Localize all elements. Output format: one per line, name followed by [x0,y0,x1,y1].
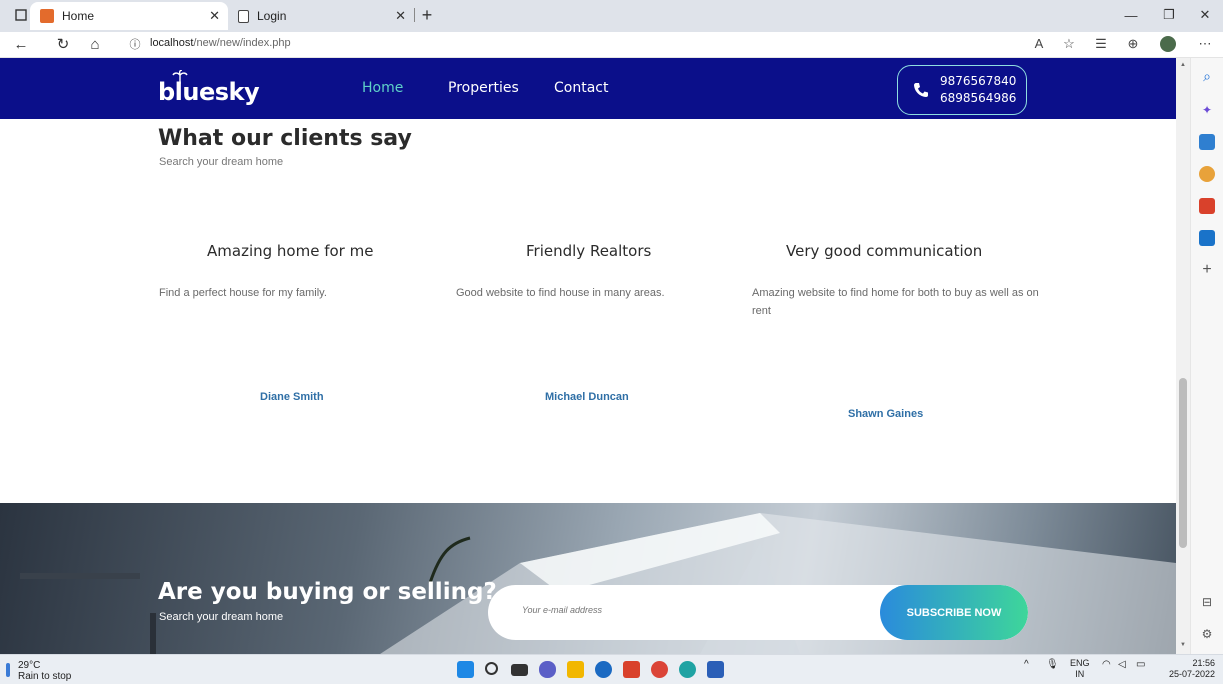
windows-taskbar: 29°C Rain to stop ^ 🎙 ENG IN ◠ ◁ ▭ 21:56… [0,654,1223,684]
testimonial-text: Good website to find house in many areas… [456,287,665,299]
testimonial-text: Find a perfect house for my family. [159,287,327,299]
word-icon[interactable] [707,661,724,678]
microphone-icon[interactable]: 🎙 [1046,659,1059,670]
scroll-down-icon[interactable]: ▼ [1180,642,1186,648]
chat-icon[interactable] [539,661,556,678]
close-window-icon[interactable]: ✕ [1196,6,1214,24]
weather-status: Rain to stop [18,671,72,682]
favorite-star-icon[interactable]: ☆ [1060,36,1078,52]
edge-icon[interactable] [679,661,696,678]
site-logo[interactable]: bluesky [158,78,260,106]
page-icon [238,9,249,23]
info-icon[interactable]: ⓘ [126,36,144,54]
nav-properties-link[interactable]: Properties [448,80,519,96]
testimonial-text: Amazing website to find home for both to… [752,287,1039,317]
banner-title: Are you buying or selling? [158,579,497,605]
banner-subtitle: Search your dream home [159,611,284,623]
phone-number-1: 9876567840 [940,74,1017,88]
cortana-icon[interactable] [595,661,612,678]
subscribe-button[interactable]: SUBSCRIBE NOW [880,585,1028,640]
new-tab-button[interactable]: + [418,5,436,25]
outlook-icon[interactable] [1199,230,1215,246]
site-header: bluesky Home Properties Contact 98765678… [0,58,1176,119]
address-bar: ← ↻ ⌂ ⓘ localhost/new/new/index.php A ☆ … [0,32,1223,58]
testimonial-title: Very good communication [786,242,983,260]
language: ENG [1070,658,1090,668]
testimonial-author: Michael Duncan [545,391,629,403]
home-favicon-icon [40,9,54,23]
weather-temp: 29°C [18,660,41,671]
web-page: bluesky Home Properties Contact 98765678… [0,58,1176,654]
back-icon[interactable]: ← [12,36,30,54]
nav-contact-link[interactable]: Contact [554,80,608,96]
clock-time: 21:56 [1192,658,1215,668]
rain-icon [6,663,10,677]
clock-date: 25-07-2022 [1168,669,1215,679]
url-path: /new/new/index.php [193,37,291,49]
phone-contact-box[interactable]: 9876567840 6898564986 [897,65,1027,115]
browser-tab-bar: Home ✕ Login ✕ + — ❐ ✕ [0,0,1223,32]
nav-home-link[interactable]: Home [362,80,403,96]
tab-divider [414,8,415,22]
testimonial-author: Diane Smith [260,391,324,403]
home-icon[interactable]: ⌂ [86,36,104,54]
tab-label: Login [257,9,287,23]
sidebar-panel-icon[interactable]: ⊟ [1199,594,1215,610]
subscribe-form: SUBSCRIBE NOW [488,585,1028,640]
testimonial-title: Friendly Realtors [526,242,652,260]
read-aloud-icon[interactable]: A [1030,36,1048,51]
minimize-icon[interactable]: — [1122,6,1140,24]
tab-login[interactable]: Login ✕ [228,2,414,30]
tab-home[interactable]: Home ✕ [30,2,228,30]
tab-actions-icon[interactable] [12,6,30,24]
restore-icon[interactable]: ❐ [1160,6,1178,24]
games-icon[interactable] [1199,166,1215,182]
tab-label: Home [62,9,95,23]
chrome-icon[interactable] [651,661,668,678]
settings-gear-icon[interactable]: ⚙ [1199,626,1215,642]
page-scrollbar[interactable]: ▲ ▼ [1176,58,1190,654]
volume-icon[interactable]: ◁ [1118,659,1126,670]
office-icon[interactable] [623,661,640,678]
search-icon[interactable]: ⌕ [1199,68,1215,84]
weather-widget[interactable]: 29°C Rain to stop [18,660,71,682]
region: IN [1075,669,1085,679]
collections-icon[interactable]: ⊕ [1124,36,1142,52]
subscribe-banner: Are you buying or selling? Search your d… [0,503,1176,654]
profile-avatar-icon[interactable] [1160,36,1178,52]
wifi-icon[interactable]: ◠ [1102,659,1111,670]
tray-chevron-icon[interactable]: ^ [1024,659,1029,670]
office-icon[interactable] [1199,198,1215,214]
phone-number-2: 6898564986 [940,91,1017,105]
clock[interactable]: 21:56 25-07-2022 [1169,658,1215,680]
url-host: localhost [150,37,194,49]
close-tab-icon[interactable]: ✕ [395,8,406,24]
start-windows-icon[interactable] [457,661,474,678]
edge-sidebar: ⌕ ✦ + ⊟ ⚙ [1190,58,1223,654]
scrollbar-thumb[interactable] [1179,378,1187,548]
search-icon[interactable] [485,662,498,675]
close-tab-icon[interactable]: ✕ [209,8,220,24]
testimonial-author: Shawn Gaines [848,408,924,420]
language-indicator[interactable]: ENG IN [1070,658,1090,680]
testimonials-subtitle: Search your dream home [159,156,284,168]
more-menu-icon[interactable]: ⋯ [1196,36,1214,52]
task-view-icon[interactable] [511,664,528,676]
refresh-icon[interactable]: ↻ [54,36,72,54]
tools-icon[interactable] [1199,134,1215,150]
testimonial-title: Amazing home for me [207,242,374,260]
favorites-list-icon[interactable]: ☰ [1092,36,1110,52]
add-icon[interactable]: + [1199,261,1215,278]
file-explorer-icon[interactable] [567,661,584,678]
testimonials-title: What our clients say [158,126,412,151]
email-input[interactable] [522,605,822,615]
url-field[interactable]: localhost/new/new/index.php [150,37,291,49]
phone-icon [914,83,928,97]
battery-icon[interactable]: ▭ [1136,659,1145,670]
discover-icon[interactable]: ✦ [1199,102,1215,118]
scroll-up-icon[interactable]: ▲ [1180,62,1186,68]
